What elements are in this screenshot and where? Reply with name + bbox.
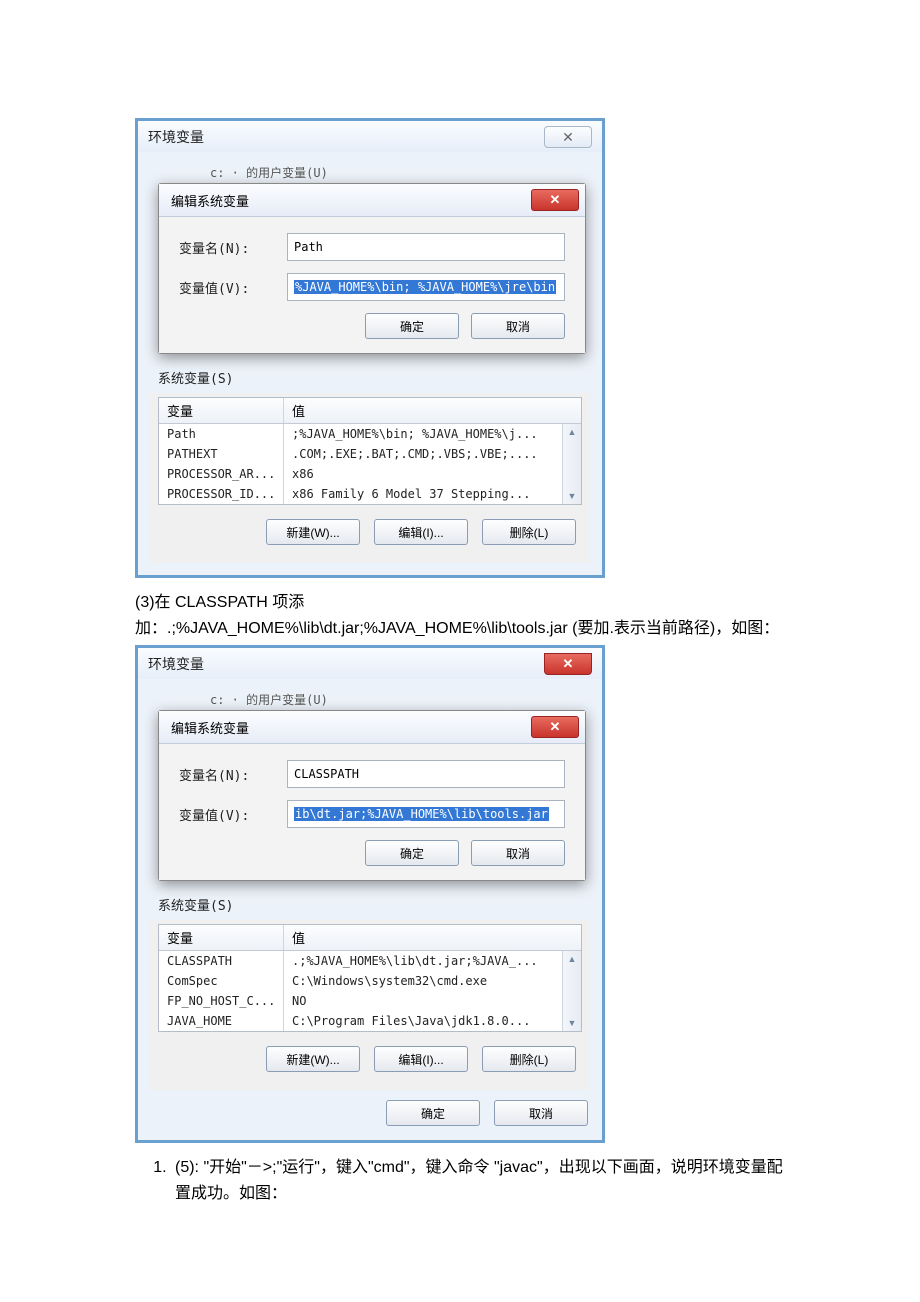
- list-header: 变量 值: [159, 925, 581, 951]
- var-value-input[interactable]: %JAVA_HOME%\bin; %JAVA_HOME%\jre\bin: [287, 273, 565, 301]
- list-header: 变量 值: [159, 398, 581, 424]
- scroll-down-icon[interactable]: ▼: [563, 488, 581, 504]
- dialog-close-icon[interactable]: ✕: [531, 716, 579, 738]
- var-name-input[interactable]: Path: [287, 233, 565, 261]
- edit-sysvar-dialog: 编辑系统变量 ✕ 变量名(N): Path 变量值(V): %JAVA_HOME…: [158, 183, 586, 354]
- delete-button[interactable]: 删除(L): [482, 1046, 576, 1072]
- var-value-label: 变量值(V):: [179, 278, 287, 297]
- delete-button[interactable]: 删除(L): [482, 519, 576, 545]
- table-row: PROCESSOR_AR...x86: [159, 464, 562, 484]
- scroll-down-icon[interactable]: ▼: [563, 1015, 581, 1031]
- screenshot-path: 环境变量 ✕ c: · 的用户变量(U) 编辑系统变量 ✕ 变量名(N): Pa…: [135, 118, 605, 578]
- edit-button[interactable]: 编辑(I)...: [374, 1046, 468, 1072]
- edit-sysvar-dialog: 编辑系统变量 ✕ 变量名(N): CLASSPATH 变量值(V): ib\dt…: [158, 710, 586, 881]
- user-vars-label: c: · 的用户变量(U): [150, 158, 590, 181]
- env-vars-titlebar: 环境变量 ✕: [138, 121, 602, 152]
- cancel-button[interactable]: 取消: [471, 313, 565, 339]
- ok-button[interactable]: 确定: [365, 313, 459, 339]
- screenshot-classpath: 环境变量 ✕ c: · 的用户变量(U) 编辑系统变量 ✕ 变量名(N): CL…: [135, 645, 605, 1143]
- table-row: PATHEXT.COM;.EXE;.BAT;.CMD;.VBS;.VBE;...…: [159, 444, 562, 464]
- dialog-close-icon[interactable]: ✕: [531, 189, 579, 211]
- new-button[interactable]: 新建(W)...: [266, 1046, 360, 1072]
- new-button[interactable]: 新建(W)...: [266, 519, 360, 545]
- footer-ok-button[interactable]: 确定: [386, 1100, 480, 1126]
- edit-button[interactable]: 编辑(I)...: [374, 519, 468, 545]
- user-vars-label: c: · 的用户变量(U): [150, 685, 590, 708]
- sysvars-group-label: 系统变量(S): [158, 368, 588, 387]
- dialog-title: 编辑系统变量: [171, 718, 249, 737]
- footer-cancel-button[interactable]: 取消: [494, 1100, 588, 1126]
- close-icon[interactable]: ✕: [544, 126, 592, 148]
- var-name-input[interactable]: CLASSPATH: [287, 760, 565, 788]
- list-item: (5): "开始"－>;"运行"，键入"cmd"，键入命令 "javac"，出现…: [171, 1155, 785, 1206]
- scrollbar[interactable]: ▲ ▼: [562, 424, 581, 504]
- sysvars-list[interactable]: 变量 值 CLASSPATH.;%JAVA_HOME%\lib\dt.jar;%…: [158, 924, 582, 1032]
- env-vars-title: 环境变量: [148, 654, 204, 674]
- table-row: FP_NO_HOST_C...NO: [159, 991, 562, 1011]
- instruction-text: (3)在 CLASSPATH 项添 加：.;%JAVA_HOME%\lib\dt…: [135, 590, 785, 641]
- var-name-label: 变量名(N):: [179, 765, 287, 784]
- table-row: PROCESSOR_ID...x86 Family 6 Model 37 Ste…: [159, 484, 562, 504]
- dialog-title: 编辑系统变量: [171, 191, 249, 210]
- table-row: ComSpecC:\Windows\system32\cmd.exe: [159, 971, 562, 991]
- step-list: (5): "开始"－>;"运行"，键入"cmd"，键入命令 "javac"，出现…: [135, 1155, 785, 1206]
- scroll-up-icon[interactable]: ▲: [563, 424, 581, 440]
- env-vars-title: 环境变量: [148, 127, 204, 147]
- close-icon[interactable]: ✕: [544, 653, 592, 675]
- sysvars-group-label: 系统变量(S): [158, 895, 588, 914]
- ok-button[interactable]: 确定: [365, 840, 459, 866]
- env-vars-titlebar: 环境变量 ✕: [138, 648, 602, 679]
- table-row: CLASSPATH.;%JAVA_HOME%\lib\dt.jar;%JAVA_…: [159, 951, 562, 971]
- var-value-input[interactable]: ib\dt.jar;%JAVA_HOME%\lib\tools.jar: [287, 800, 565, 828]
- var-value-label: 变量值(V):: [179, 805, 287, 824]
- table-row: JAVA_HOMEC:\Program Files\Java\jdk1.8.0.…: [159, 1011, 562, 1031]
- table-row: Path;%JAVA_HOME%\bin; %JAVA_HOME%\j...: [159, 424, 562, 444]
- sysvars-list[interactable]: 变量 值 Path;%JAVA_HOME%\bin; %JAVA_HOME%\j…: [158, 397, 582, 505]
- var-name-label: 变量名(N):: [179, 238, 287, 257]
- cancel-button[interactable]: 取消: [471, 840, 565, 866]
- scroll-up-icon[interactable]: ▲: [563, 951, 581, 967]
- scrollbar[interactable]: ▲ ▼: [562, 951, 581, 1031]
